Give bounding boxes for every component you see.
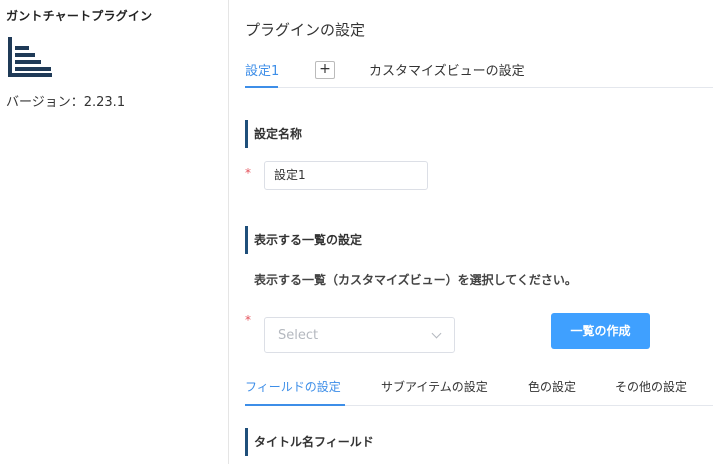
title-field-heading: タイトル名フィールド (245, 428, 374, 456)
list-settings-heading: 表示する一覧の設定 (245, 226, 362, 254)
tab-setting-1[interactable]: 設定1 (245, 60, 279, 79)
add-tab-button[interactable]: + (315, 61, 335, 79)
list-instruction: 表示する一覧（カスタマイズビュー）を選択してください。 (254, 273, 577, 287)
create-list-button[interactable]: 一覧の作成 (551, 313, 650, 349)
detail-tabs: フィールドの設定 サブアイテムの設定 色の設定 その他の設定 (245, 372, 713, 406)
tab-color-settings[interactable]: 色の設定 (528, 378, 576, 395)
main-panel: プラグインの設定 設定1 + カスタマイズビューの設定 設定名称 * 設定1 表… (245, 0, 713, 464)
chevron-down-icon (431, 328, 442, 339)
required-mark: * (245, 166, 251, 180)
required-mark: * (245, 313, 251, 327)
tab-field-settings[interactable]: フィールドの設定 (245, 378, 341, 395)
page-title: プラグインの設定 (245, 21, 366, 39)
active-subtab-indicator (245, 404, 345, 406)
setting-name-input[interactable]: 設定1 (264, 161, 428, 190)
settings-tabs: 設定1 + カスタマイズビューの設定 (245, 56, 713, 88)
tab-subitem-settings[interactable]: サブアイテムの設定 (381, 378, 488, 395)
plugin-name: ガントチャートプラグイン (6, 9, 153, 23)
sidebar: ガントチャートプラグイン バージョン：2.23.1 (0, 0, 229, 464)
tab-customize-view[interactable]: カスタマイズビューの設定 (369, 60, 525, 79)
view-select[interactable]: Select (264, 317, 455, 353)
select-placeholder: Select (278, 328, 319, 343)
active-tab-indicator (245, 86, 278, 88)
version-label: バージョン：2.23.1 (6, 95, 126, 110)
tab-other-settings[interactable]: その他の設定 (615, 378, 687, 395)
setting-name-heading: 設定名称 (245, 120, 302, 148)
gantt-chart-icon (8, 37, 52, 77)
